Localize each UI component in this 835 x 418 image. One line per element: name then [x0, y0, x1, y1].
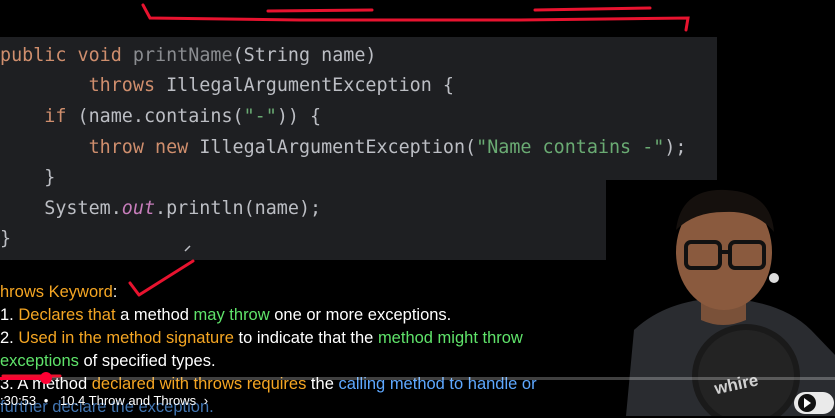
text-segment: 2.: [0, 329, 19, 347]
progress-scrubber[interactable]: [39, 372, 52, 384]
text-segment: out: [121, 198, 156, 219]
play-icon: [798, 394, 816, 412]
chapter-title[interactable]: 10.4 Throw and Throws: [60, 393, 196, 408]
text-segment: public: [0, 45, 78, 66]
text-segment: throws: [88, 75, 167, 96]
text-segment: one or more exceptions.: [269, 306, 452, 324]
text-segment: method might throw: [377, 329, 523, 347]
text-segment: );: [664, 137, 687, 158]
code-line: System.out.println(name);: [0, 194, 321, 224]
text-segment: "Name contains -": [476, 137, 665, 158]
text-segment: void: [77, 45, 133, 66]
text-segment: Declares that: [18, 306, 116, 324]
text-segment: printName: [132, 45, 233, 66]
text-segment: 1.: [0, 306, 19, 324]
text-segment: "-": [243, 106, 277, 127]
text-segment: System.: [0, 198, 122, 219]
player-timeline-info: :30:53 • 10.4 Throw and Throws ›: [0, 393, 208, 408]
notes-heading: hrows Keyword:: [0, 283, 118, 301]
chapter-chevron-icon[interactable]: ›: [204, 393, 208, 408]
text-segment: to indicate that the: [233, 329, 378, 347]
text-segment: [0, 137, 89, 158]
text-segment: .println(name);: [155, 198, 322, 219]
note-item-2: 2. Used in the method signature to indic…: [0, 327, 523, 349]
text-segment: throw: [88, 137, 156, 158]
text-segment: IllegalArgumentException(: [199, 137, 477, 158]
progress-track[interactable]: [0, 377, 835, 380]
text-segment: (name.contains(: [77, 106, 244, 127]
text-segment: [0, 75, 89, 96]
autoplay-toggle[interactable]: [794, 392, 834, 414]
code-line: }: [0, 224, 11, 254]
text-segment: Used in the method signature: [18, 329, 234, 347]
text-segment: if: [44, 106, 78, 127]
annotation-scribble: [141, 3, 690, 32]
text-segment: a method: [115, 306, 194, 324]
text-segment: }: [0, 228, 12, 249]
code-line: }: [0, 163, 55, 193]
text-segment: }: [0, 167, 56, 188]
current-time: :30:53: [0, 393, 37, 408]
separator: •: [43, 393, 49, 408]
note-item-1: 1. Declares that a method may throw one …: [0, 304, 451, 326]
code-line: if (name.contains("-")) {: [0, 102, 321, 132]
text-segment: )) {: [276, 106, 322, 127]
text-segment: IllegalArgumentException {: [166, 75, 454, 96]
text-segment: [0, 106, 44, 127]
text-segment: new: [155, 137, 200, 158]
code-line: public void printName(String name): [0, 41, 376, 71]
text-segment: may throw: [193, 306, 270, 324]
code-line: throw new IllegalArgumentException("Name…: [0, 133, 687, 163]
text-segment: of specified types.: [78, 352, 216, 370]
text-segment: (String name): [232, 45, 377, 66]
checkmark-annotation: [128, 259, 195, 297]
presenter-webcam: whire: [606, 180, 835, 416]
code-line: throws IllegalArgumentException {: [0, 71, 454, 101]
cursor-mark: [184, 245, 191, 252]
